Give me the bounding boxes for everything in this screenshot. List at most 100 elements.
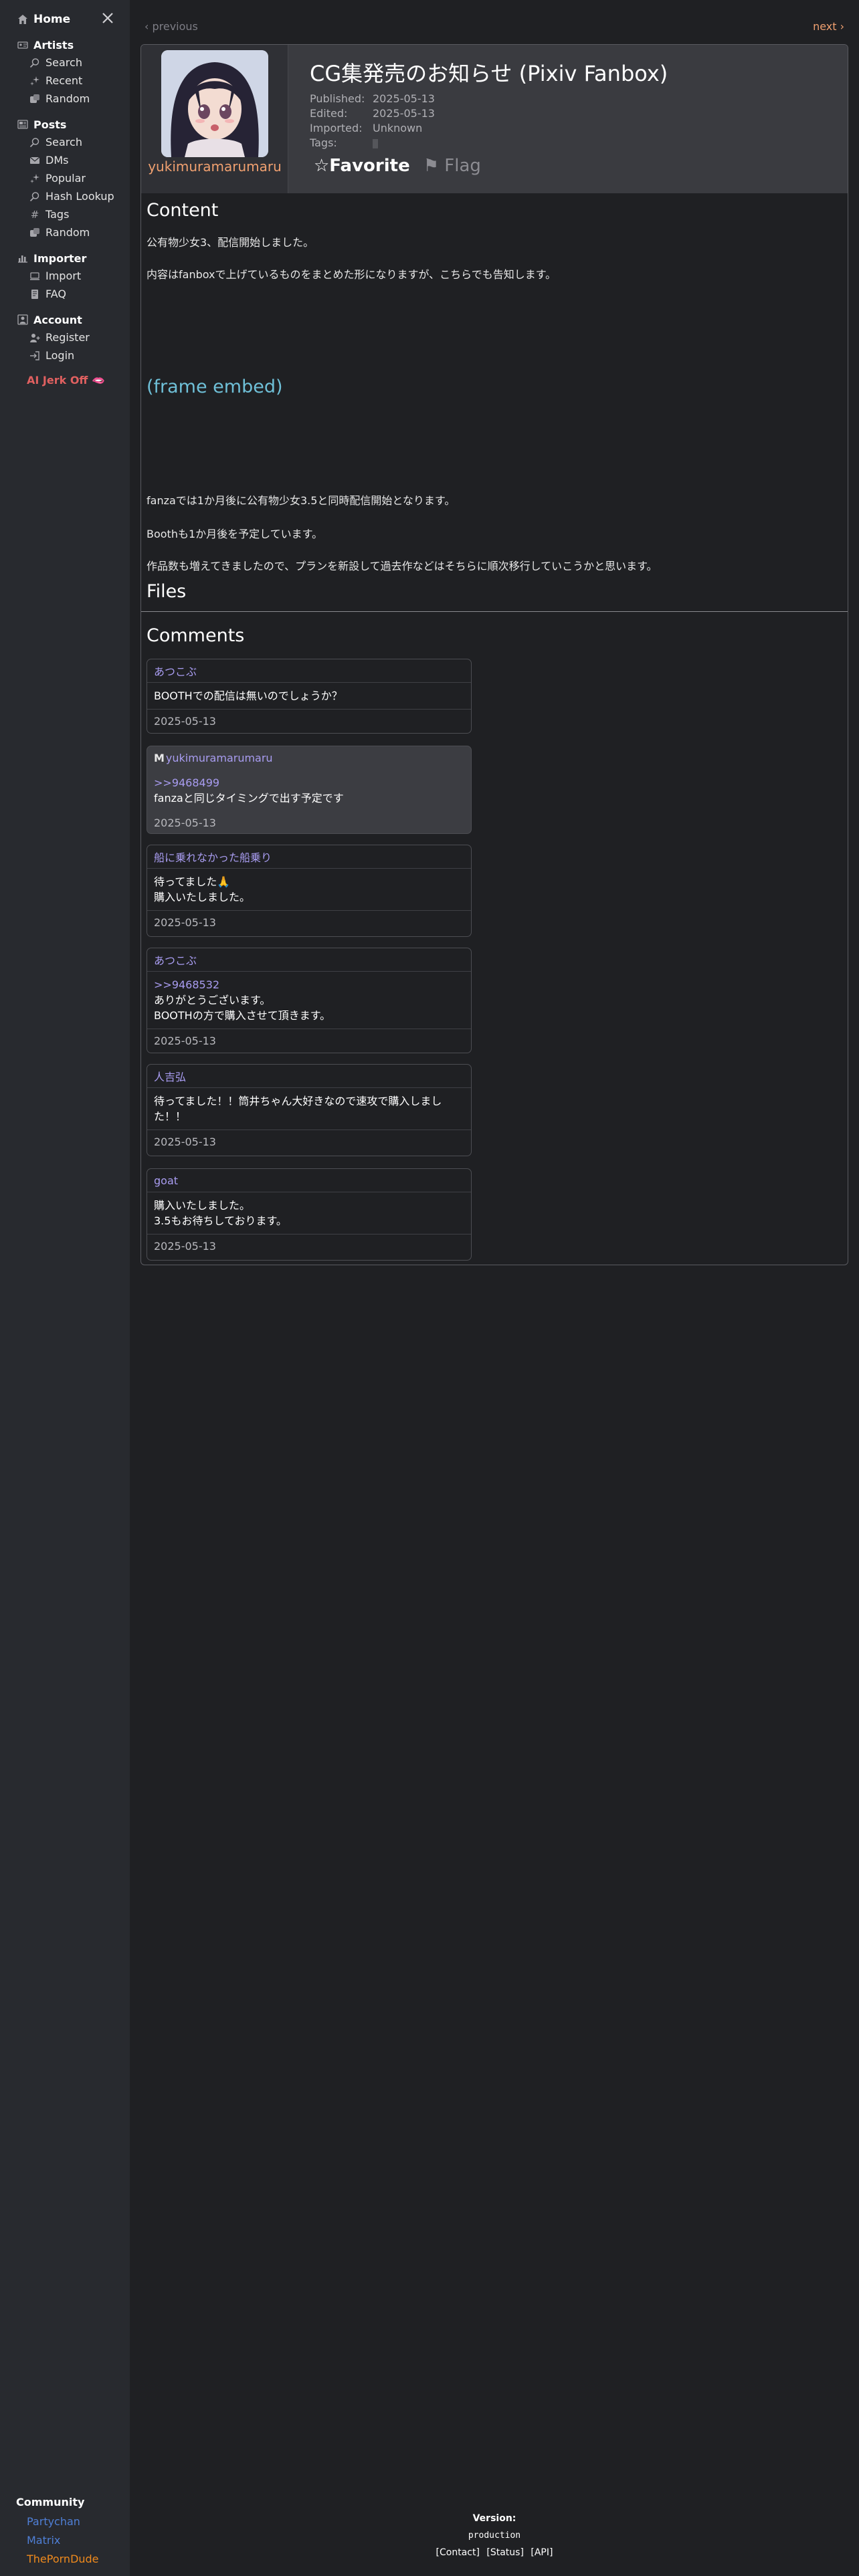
sparkle-icon [28,173,41,185]
home-icon [16,13,29,25]
comment-line: 3.5もお待ちしております。 [154,1214,287,1227]
comment-author[interactable]: あつこぶ [147,948,471,972]
post-meta: Published: 2025-05-13 Edited: 2025-05-13 I… [310,92,435,150]
version-env: production [468,2531,521,2541]
edited-value: 2025-05-13 [373,107,435,120]
sidebar-item-register[interactable]: Register [16,328,130,346]
contact-link[interactable]: [Contact] [436,2547,480,2558]
close-icon[interactable] [100,11,115,25]
content-paragraph: Boothも1か月後を予定しています。 [147,528,323,540]
artist-avatar[interactable] [161,50,268,157]
previous-link[interactable]: ‹ previous [145,20,198,33]
tag-chip[interactable] [373,138,378,148]
comment-body: 待ってました🙏 購入いたしました。 [147,869,471,911]
comment: 人吉弘 待ってました！！筒井ちゃん大好きなので速攻で購入しました！！ 2025-… [147,1064,472,1156]
sidebar-item-posts-random[interactable]: Random [16,223,130,241]
comment-line: ありがとうございます。 [154,994,271,1006]
artists-icon [16,39,29,51]
comment-author[interactable]: 人吉弘 [147,1065,471,1088]
comment-body: 待ってました！！筒井ちゃん大好きなので速攻で購入しました！！ [147,1088,471,1130]
comment-author[interactable]: 船に乗れなかった船乗り [147,845,471,869]
post-title: CG集発売のお知らせ (Pixiv Fanbox) [310,61,668,86]
comments-heading: Comments [147,625,245,646]
search-icon [28,136,41,148]
comment-reference-link[interactable]: >>9468499 [154,775,464,790]
sidebar-item-label: Random [45,92,90,105]
scroll-icon [28,288,41,300]
sidebar-item-label: Import [45,270,82,282]
sidebar-item-posts-hash-lookup[interactable]: Hash Lookup [16,187,130,205]
footer: Version: production [Contact] [Status] [… [130,2513,859,2558]
comment-body: >>9468499 fanzaと同じタイミングで出す予定です [147,770,471,811]
comment-line: 待ってました！！筒井ちゃん大好きなので速攻で購入しました！！ [154,1095,442,1123]
sidebar-item-artists-random[interactable]: Random [16,90,130,108]
sidebar-item-artists-search[interactable]: Search [16,53,130,72]
comment-line: BOOTHの方で購入させて頂きます。 [154,1009,331,1022]
artist-badge-icon: M [154,752,165,764]
flag-button[interactable]: ⚑ Flag [423,156,481,176]
post-header: yukimuramarumaru CG集発売のお知らせ (Pixiv Fanbo… [141,45,848,193]
comment-line: 待ってました🙏 [154,875,231,888]
comment-author[interactable]: goat [147,1169,471,1192]
sidebar-item-label: Popular [45,172,86,185]
next-link[interactable]: next › [813,20,844,33]
login-icon [28,350,41,362]
sidebar-item-label: Search [45,56,82,69]
dice-icon [28,227,41,239]
comment-author[interactable]: Myukimuramarumaru [147,746,471,770]
sidebar-item-posts-tags[interactable]: # Tags [16,205,130,223]
comment-author[interactable]: あつこぶ [147,659,471,683]
ai-jerk-off-link[interactable]: AI Jerk Off 🫦 [16,371,130,389]
content-heading: Content [147,200,219,221]
sidebar-item-label: Login [45,349,75,362]
sidebar-item-import[interactable]: Import [16,267,130,285]
community-link-matrix[interactable]: Matrix [16,2534,99,2553]
sidebar-item-posts-popular[interactable]: Popular [16,169,130,187]
sidebar-item-label: FAQ [45,288,66,300]
dice-icon [28,93,41,105]
content-paragraph: 公有物少女3、配信開始しました。 [147,236,314,249]
account-icon [16,314,29,326]
post-actions: ☆Favorite ⚑ Flag [314,156,481,176]
status-link[interactable]: [Status] [486,2547,524,2558]
sidebar-item-posts-dms[interactable]: DMs [16,151,130,169]
comment-body: BOOTHでの配信は無いのでしょうか？ [147,683,471,710]
sidebar-item-label: Hash Lookup [45,190,114,203]
files-divider [141,611,848,612]
posts-heading: Posts [33,118,67,131]
artist-name[interactable]: yukimuramarumaru [141,158,288,175]
comment-line: 購入いたしました。 [154,1199,251,1212]
home-link[interactable]: Home [16,13,70,26]
favorite-button[interactable]: ☆Favorite [314,156,410,176]
footer-links: [Contact] [Status] [API] [130,2547,859,2558]
hash-icon: # [30,208,39,221]
sidebar-item-login[interactable]: Login [16,346,130,364]
comment-date: 2025-05-13 [154,916,216,929]
sidebar-item-artists-recent[interactable]: Recent [16,72,130,90]
content-paragraph: 内容はfanboxで上げているものをまとめた形になりますが、こちらでも告知します… [147,268,557,281]
published-value: 2025-05-13 [373,92,435,105]
comment-reference-link[interactable]: >>9468532 [154,977,464,992]
section-importer: Importer [16,249,130,267]
version-label: Version: [472,2513,516,2524]
comment-author-name[interactable]: yukimuramarumaru [166,752,273,764]
frame-embed[interactable]: (frame embed) [147,377,283,397]
chart-icon [16,252,29,264]
community-link-theporndude[interactable]: ThePornDude [16,2553,99,2571]
sidebar-item-label: DMs [45,154,69,167]
tags-label: Tags: [310,136,337,149]
home-label: Home [33,13,71,26]
community-link-partychan[interactable]: Partychan [16,2515,99,2534]
artist-box[interactable]: yukimuramarumaru [141,45,288,193]
comment-date: 2025-05-13 [154,715,216,728]
sidebar-item-faq[interactable]: FAQ [16,285,130,303]
published-label: Published: [310,92,365,105]
post-card: yukimuramarumaru CG集発売のお知らせ (Pixiv Fanbo… [140,44,848,1265]
section-account: Account [16,311,130,328]
computer-icon [28,270,41,282]
files-heading: Files [147,581,187,602]
sidebar-item-posts-search[interactable]: Search [16,133,130,151]
posts-icon [16,118,29,130]
importer-heading: Importer [33,251,87,265]
api-link[interactable]: [API] [531,2547,553,2558]
